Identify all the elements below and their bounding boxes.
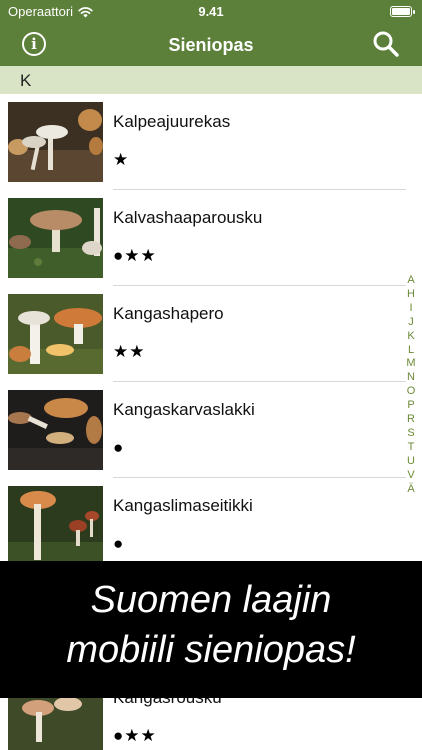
list-item[interactable]: Kalvashaaparousku ●★★ (0, 190, 422, 286)
index-letter[interactable]: N (407, 371, 415, 385)
index-letter[interactable]: R (407, 413, 415, 427)
list-item[interactable]: Kangaslimaseitikki ● (0, 478, 422, 574)
item-name: Kangashapero (113, 304, 224, 323)
mushroom-photo (8, 294, 103, 374)
promo-line-2: mobiili sieniopas! (66, 629, 356, 671)
promo-banner: Suomen laajin mobiili sieniopas! (0, 561, 422, 698)
mushroom-photo (8, 390, 103, 470)
item-name: Kangaskarvaslakki (113, 400, 255, 419)
mushroom-photo (8, 198, 103, 278)
promo-line-1: Suomen laajin (90, 579, 332, 621)
mushroom-photo (8, 102, 103, 182)
item-name: Kalpeajuurekas (113, 112, 231, 131)
list-item[interactable]: Kangashapero ★★ (0, 286, 422, 382)
index-letter[interactable]: V (407, 469, 414, 483)
status-time: 9.41 (198, 4, 224, 19)
item-rating: ●★★ (113, 246, 157, 265)
index-letter[interactable]: L (408, 344, 414, 358)
battery-icon (390, 6, 415, 17)
navigation-bar: i Sieniopas (0, 26, 422, 66)
index-letter[interactable]: J (408, 316, 414, 330)
item-name: Kalvashaaparousku (113, 208, 263, 227)
index-letter[interactable]: U (407, 455, 415, 469)
list-item[interactable]: Kangaskarvaslakki ● (0, 382, 422, 478)
index-letter[interactable]: M (406, 357, 415, 371)
index-letter[interactable]: I (409, 302, 412, 316)
item-rating: ● (113, 534, 125, 553)
item-rating: ★ (113, 150, 130, 169)
search-icon[interactable] (372, 30, 400, 58)
index-letter[interactable]: Ä (407, 483, 414, 497)
index-letter[interactable]: O (407, 385, 416, 399)
item-name: Kangaslimaseitikki (113, 496, 253, 515)
item-rating: ●★★ (113, 726, 157, 745)
alphabet-index[interactable]: A H I J K L M N O P R S T U V Ä (404, 274, 418, 497)
index-letter[interactable]: H (407, 288, 415, 302)
status-bar: Operaattori 9.41 (0, 0, 422, 26)
page-title: Sieniopas (168, 35, 254, 55)
index-letter[interactable]: S (407, 427, 414, 441)
item-rating: ● (113, 438, 125, 457)
section-letter: K (20, 71, 32, 90)
item-rating: ★★ (113, 342, 146, 361)
index-letter[interactable]: A (407, 274, 414, 288)
mushroom-photo (8, 486, 103, 566)
index-letter[interactable]: K (407, 330, 414, 344)
section-header: K (0, 66, 422, 94)
index-letter[interactable]: T (408, 441, 415, 455)
index-letter[interactable]: P (407, 399, 414, 413)
list-item[interactable]: Kalpeajuurekas ★ (0, 94, 422, 190)
